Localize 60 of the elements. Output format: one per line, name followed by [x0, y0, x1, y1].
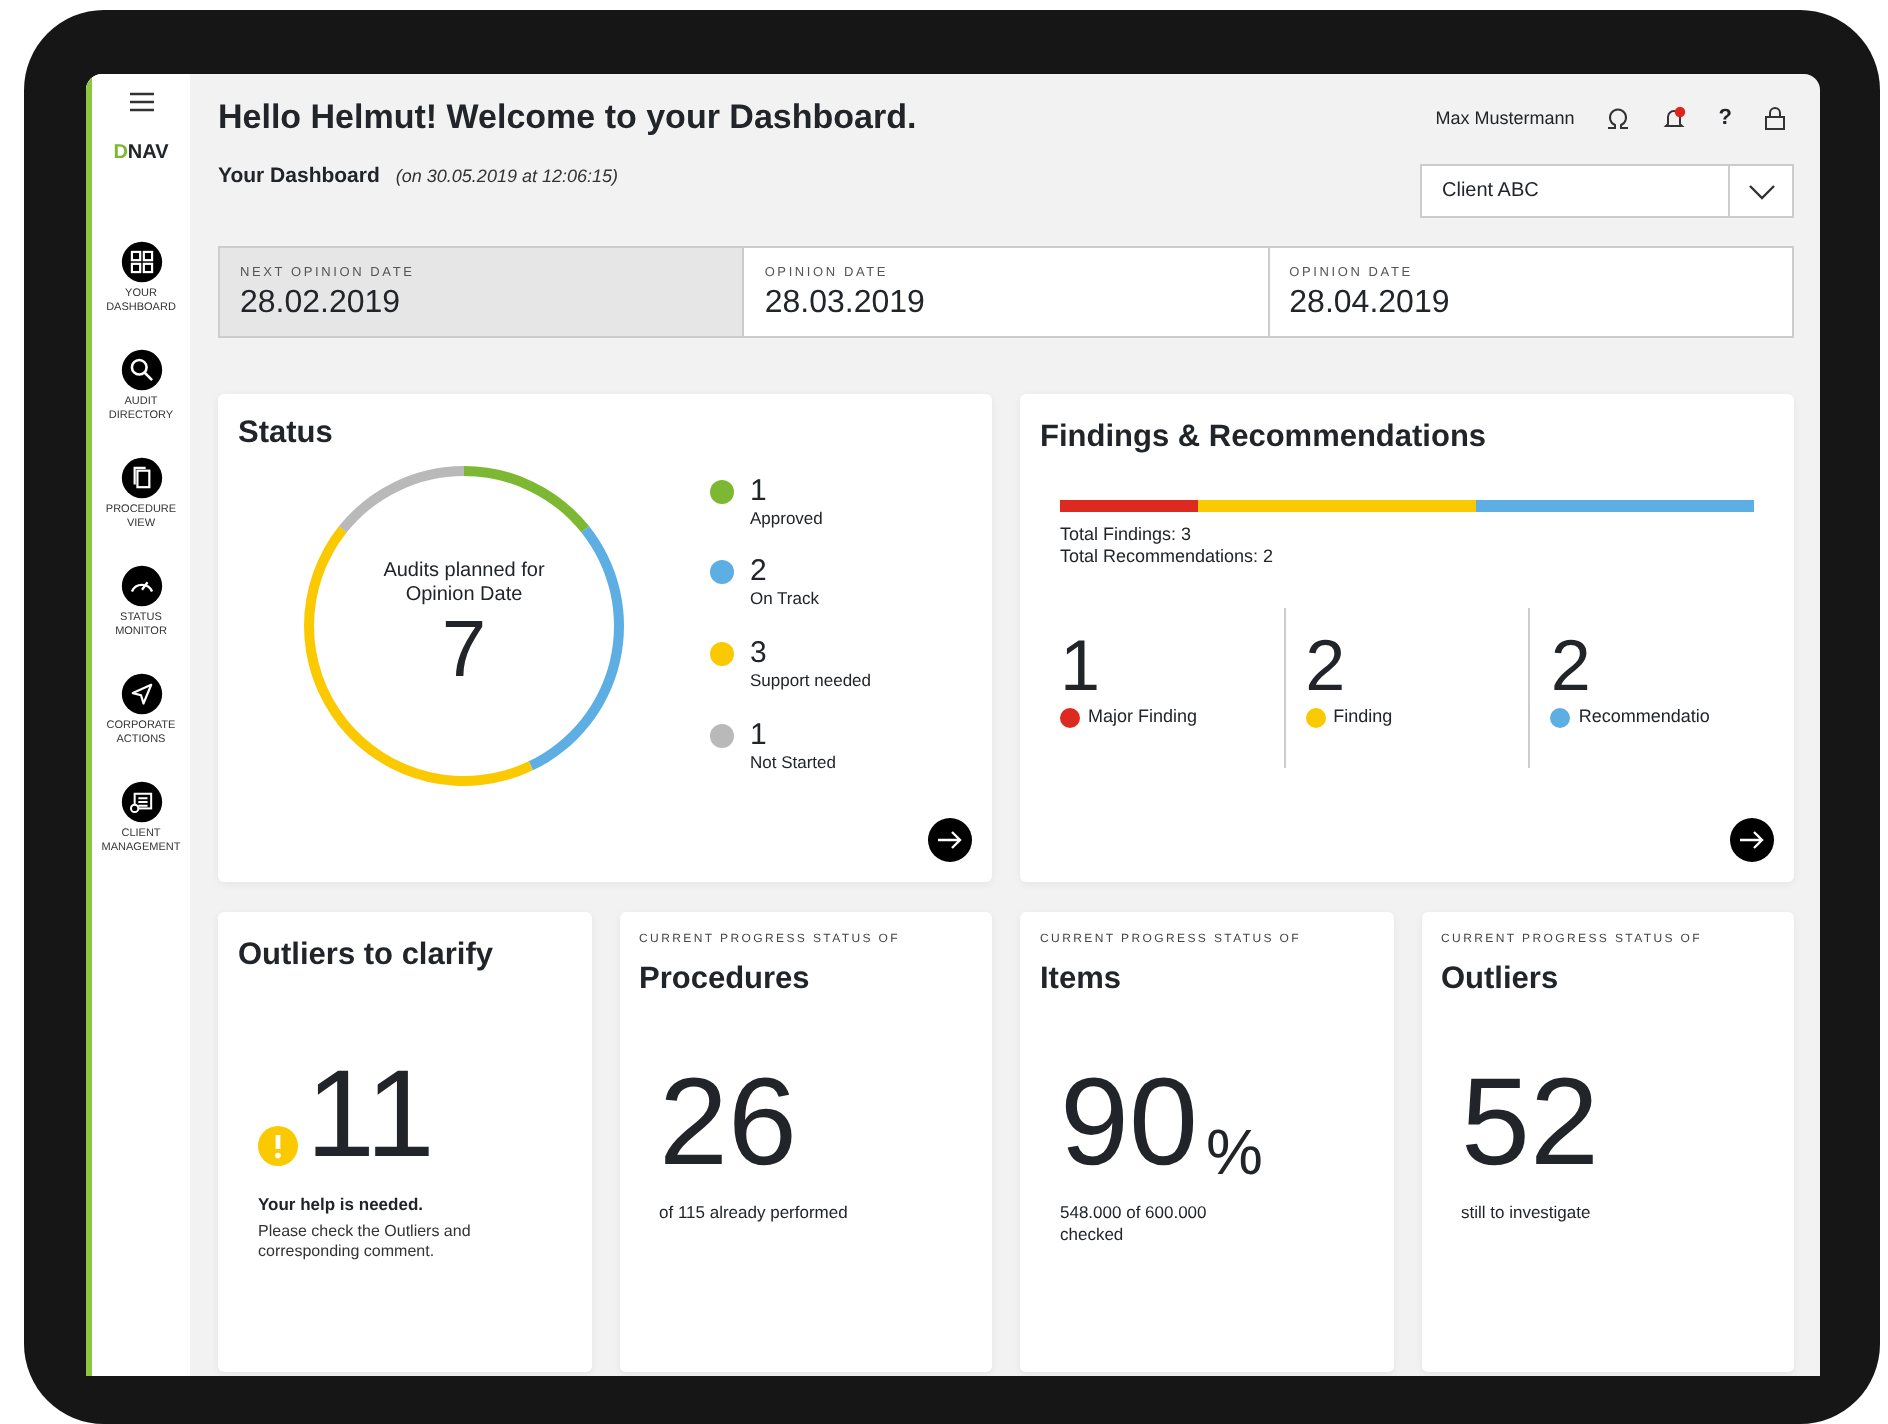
arrow-button[interactable]	[1730, 817, 1774, 862]
progress-subtitle: 548.000 of 600.000 checked	[1060, 1202, 1209, 1247]
chevron-down-icon[interactable]	[1747, 183, 1775, 200]
logo: DNAV	[113, 140, 169, 168]
finding-label: Recommendatio	[1578, 704, 1710, 731]
card-title: Status	[238, 413, 335, 454]
user-name[interactable]: Max Mustermann	[1435, 105, 1575, 132]
finding-count: 2	[1305, 628, 1348, 705]
paper-plane-icon[interactable]	[119, 672, 163, 716]
status-label: On Track	[750, 586, 819, 613]
findings-total: Total Findings: 3	[1060, 524, 1194, 547]
status-count: 2	[750, 558, 769, 587]
status-count: 1	[750, 477, 769, 506]
status-label: Approved	[750, 505, 823, 531]
arrow-right-icon[interactable]	[938, 829, 962, 850]
status-count: 3	[750, 640, 769, 669]
client-dropdown[interactable]: Client ABC	[1420, 164, 1794, 219]
arrow-right-icon[interactable]	[1740, 829, 1764, 850]
arrow-button[interactable]	[928, 817, 972, 862]
progress-unit: %	[1205, 1118, 1263, 1187]
dashboard-subtitle: Your Dashboard	[218, 162, 380, 193]
card-title: Procedures	[639, 959, 812, 1000]
outliers-count: 11	[306, 1054, 435, 1179]
help-detail: Please check the Outliers and corresponding comment.	[258, 1222, 473, 1263]
finding-count: 2	[1550, 628, 1593, 705]
gauge-icon[interactable]	[119, 564, 163, 608]
help-link[interactable]: ?	[1718, 102, 1732, 135]
bell-icon[interactable]	[1662, 106, 1687, 131]
progress-subtitle: still to investigate	[1461, 1202, 1593, 1225]
finding-count: 1	[1060, 628, 1103, 705]
documents-icon[interactable]	[119, 456, 163, 500]
progress-value: 52	[1461, 1062, 1599, 1187]
progress-value: 26	[659, 1062, 797, 1187]
finding-label: Finding	[1333, 704, 1393, 731]
status-label: Support needed	[750, 668, 871, 694]
status-count: 1	[750, 721, 769, 750]
date-value: 28.04.2019	[1289, 283, 1452, 324]
warning-icon	[258, 1126, 298, 1167]
status-label: Not Started	[750, 749, 836, 776]
user-icon[interactable]	[1606, 106, 1631, 131]
client-card-icon[interactable]	[119, 780, 163, 824]
findings-total: Total Recommendations: 2	[1060, 546, 1276, 569]
date-value: 28.03.2019	[764, 283, 927, 324]
card-title: Outliers to clarify	[238, 935, 495, 976]
help-message: Your help is needed.	[258, 1194, 425, 1217]
donut-center-label: Audits planned for Opinion Date	[381, 560, 547, 609]
progress-subtitle: of 115 already performed	[659, 1202, 850, 1225]
card-title: Outliers	[1441, 959, 1561, 1000]
donut-center-value: 7	[439, 608, 489, 693]
menu-icon[interactable]	[127, 90, 155, 114]
grid-icon[interactable]	[119, 240, 163, 284]
page-title: Hello Helmut! Welcome to your Dashboard.	[218, 98, 917, 139]
lock-icon[interactable]	[1764, 106, 1786, 131]
card-title: Findings & Recommendations	[1040, 417, 1489, 458]
date-value: 28.02.2019	[240, 283, 403, 324]
search-icon[interactable]	[119, 348, 163, 392]
timestamp: (on 30.05.2019 at 12:06:15)	[395, 164, 618, 191]
finding-label: Major Finding	[1088, 704, 1198, 731]
progress-value: 90	[1060, 1062, 1198, 1187]
card-title: Items	[1040, 959, 1123, 1000]
